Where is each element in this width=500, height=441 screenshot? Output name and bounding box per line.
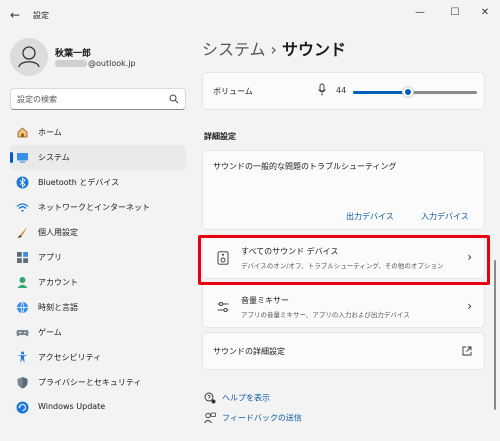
sidebar-item-label: Windows Update: [38, 402, 106, 411]
avatar: [10, 38, 48, 76]
sidebar-nav: ホーム システム Bluetooth とデバイス ネットワークとインターネット …: [10, 120, 186, 420]
globe-icon: [17, 301, 28, 314]
volume-slider[interactable]: [353, 86, 477, 98]
maximize-button[interactable]: ☐: [445, 6, 465, 20]
sidebar-item-label: 時刻と言語: [38, 303, 78, 312]
more-sound-settings-row[interactable]: サウンドの詳細設定: [202, 332, 485, 370]
troubleshoot-label: サウンドの一般的な問題のトラブルシューティング: [213, 162, 397, 171]
brush-icon: [17, 227, 27, 238]
get-help-label: ヘルプを表示: [222, 393, 270, 403]
home-icon: [17, 127, 28, 138]
account-icon: [17, 277, 28, 288]
sidebar-item-network[interactable]: ネットワークとインターネット: [10, 195, 186, 220]
volume-mixer-title: 音量ミキサー: [241, 296, 289, 305]
more-sound-settings-label: サウンドの詳細設定: [213, 347, 285, 356]
user-name: 秋葉一郎: [55, 49, 92, 59]
user-email-domain: @outlook.jp: [88, 59, 136, 68]
sidebar-item-accessibility[interactable]: アクセシビリティ: [10, 345, 186, 370]
selection-indicator: [10, 152, 13, 163]
sidebar-item-accounts[interactable]: アカウント: [10, 270, 186, 295]
sidebar-item-label: アクセシビリティ: [38, 353, 102, 362]
sidebar-item-gaming[interactable]: ゲーム: [10, 320, 186, 345]
sidebar-item-label: アプリ: [38, 253, 62, 262]
accessibility-icon: [17, 351, 28, 363]
sidebar-item-personalization[interactable]: 個人用設定: [10, 220, 186, 245]
sidebar-item-system[interactable]: システム: [10, 145, 186, 170]
search-input[interactable]: [17, 93, 167, 106]
title-bar: ← 設定 — ☐ ✕: [0, 0, 500, 30]
user-email: @outlook.jp: [55, 59, 136, 68]
sidebar-item-label: Bluetooth とデバイス: [38, 178, 120, 187]
volume-card: ボリューム 44: [202, 72, 485, 110]
output-devices-button[interactable]: 出力デバイス: [346, 211, 394, 222]
sidebar-item-label: ゲーム: [38, 328, 62, 337]
volume-mixer-row[interactable]: 音量ミキサー アプリの音量ミキサー、アプリの入力および出力デバイス ›: [202, 283, 485, 328]
gamepad-icon: [16, 330, 29, 337]
sidebar-item-label: システム: [38, 153, 70, 162]
get-help-link[interactable]: ヘルプを表示: [204, 392, 270, 404]
sidebar-item-windows-update[interactable]: Windows Update: [10, 395, 186, 420]
back-button[interactable]: ←: [10, 9, 22, 21]
volume-slider-fill: [353, 91, 408, 94]
highlight-box: [198, 235, 490, 285]
sidebar-item-time-language[interactable]: 時刻と言語: [10, 295, 186, 320]
chevron-right-icon: ›: [467, 299, 472, 313]
scrollbar[interactable]: [494, 260, 496, 410]
apps-icon: [17, 252, 28, 263]
volume-mixer-subtitle: アプリの音量ミキサー、アプリの入力および出力デバイス: [241, 311, 410, 319]
mixer-icon: [217, 301, 229, 313]
sidebar-item-home[interactable]: ホーム: [10, 120, 186, 145]
breadcrumb-separator: ›: [270, 40, 277, 59]
sidebar-item-label: アカウント: [38, 278, 78, 287]
user-icon: [18, 46, 40, 68]
troubleshoot-card: サウンドの一般的な問題のトラブルシューティング 出力デバイス 入力デバイス: [202, 150, 485, 230]
volume-value: 44: [336, 86, 347, 95]
sidebar-item-label: ホーム: [38, 128, 62, 137]
search-icon[interactable]: [169, 94, 179, 104]
window-title: 設定: [33, 11, 49, 20]
bluetooth-icon: [16, 176, 29, 189]
sidebar-item-label: プライバシーとセキュリティ: [38, 378, 142, 387]
sidebar-item-privacy[interactable]: プライバシーとセキュリティ: [10, 370, 186, 395]
settings-search[interactable]: [10, 88, 186, 110]
page-title: サウンド: [281, 40, 346, 59]
close-button[interactable]: ✕: [475, 6, 495, 20]
help-icon: [204, 392, 216, 404]
volume-label: ボリューム: [213, 87, 253, 96]
open-external-icon: [462, 346, 472, 356]
volume-slider-thumb[interactable]: [401, 86, 414, 98]
sidebar-item-bluetooth[interactable]: Bluetooth とデバイス: [10, 170, 186, 195]
breadcrumb-parent[interactable]: システム: [202, 40, 266, 59]
sidebar-item-label: 個人用設定: [38, 228, 78, 237]
send-feedback-link[interactable]: フィードバックの送信: [204, 412, 302, 424]
breadcrumb: システム › サウンド: [202, 36, 346, 60]
speaker-volume-icon[interactable]: [317, 83, 327, 97]
system-icon: [17, 153, 28, 163]
redacted-email: [55, 60, 87, 67]
update-icon: [16, 401, 29, 414]
feedback-icon: [204, 412, 216, 424]
send-feedback-label: フィードバックの送信: [222, 413, 302, 423]
wifi-icon: [16, 203, 29, 212]
sidebar-item-label: ネットワークとインターネット: [38, 203, 150, 212]
minimize-button[interactable]: —: [410, 6, 430, 20]
sidebar-item-apps[interactable]: アプリ: [10, 245, 186, 270]
section-title-advanced: 詳細設定: [204, 132, 236, 141]
input-devices-button[interactable]: 入力デバイス: [421, 211, 469, 222]
shield-icon: [17, 377, 28, 389]
